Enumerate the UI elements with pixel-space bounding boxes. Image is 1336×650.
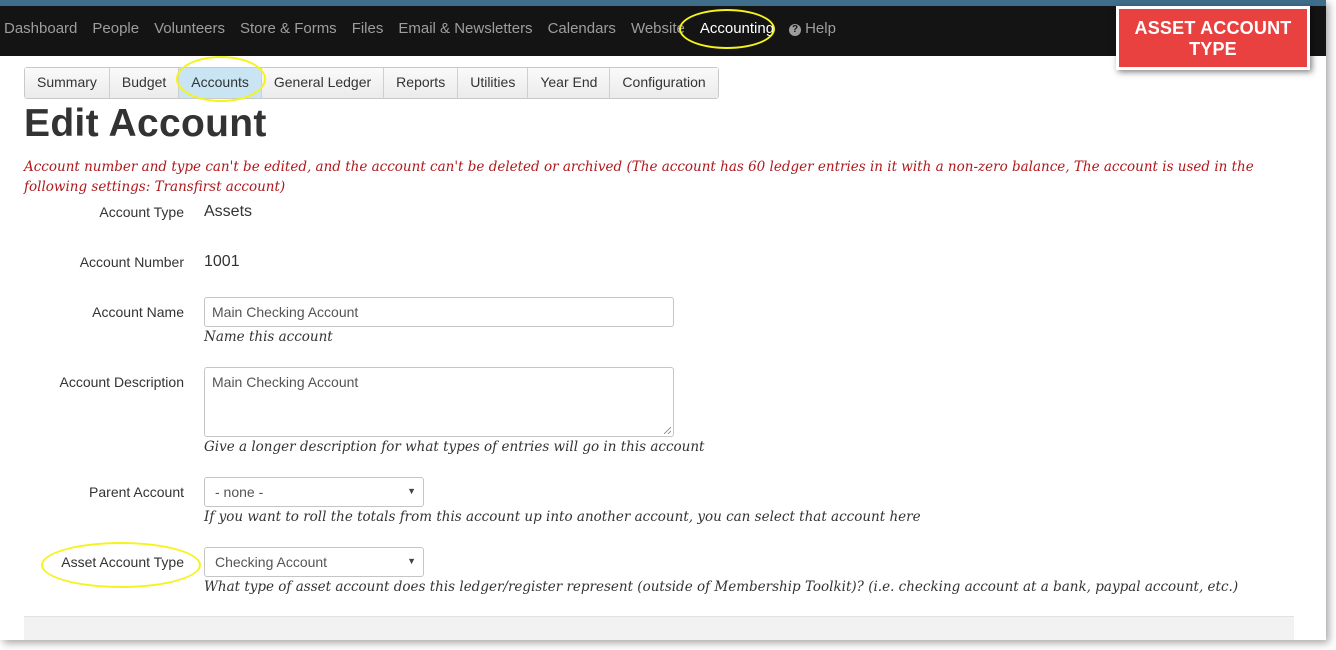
edit-restriction-warning: Account number and type can't be edited,…	[24, 159, 1254, 195]
nav-email-newsletters[interactable]: Email & Newsletters	[390, 19, 539, 39]
chevron-down-icon: ▼	[407, 556, 416, 566]
account-description-textarea[interactable]: Main Checking Account	[204, 367, 674, 437]
account-name-label: Account Name	[92, 304, 184, 320]
asset-account-type-label: Asset Account Type	[61, 554, 184, 570]
nav-files[interactable]: Files	[344, 19, 391, 39]
parent-account-select[interactable]: - none - ▼	[204, 477, 424, 507]
asset-account-type-help: What type of asset account does this led…	[204, 579, 1239, 595]
parent-account-help: If you want to roll the totals from this…	[204, 509, 921, 525]
account-description-label: Account Description	[59, 374, 184, 390]
account-number-value: 1001	[204, 253, 240, 270]
form-footer-strip	[24, 616, 1294, 640]
tab-year-end[interactable]: Year End	[527, 68, 610, 98]
app-window: Dashboard People Volunteers Store & Form…	[0, 0, 1326, 640]
account-description-value: Main Checking Account	[212, 374, 359, 390]
nav-help[interactable]: ? Help	[781, 19, 843, 39]
resize-handle-icon[interactable]	[664, 427, 671, 434]
page-title: Edit Account	[24, 102, 267, 145]
chevron-down-icon: ▼	[407, 486, 416, 496]
nav-dashboard[interactable]: Dashboard	[4, 19, 84, 39]
account-name-help: Name this account	[204, 329, 333, 345]
nav-store-forms[interactable]: Store & Forms	[232, 19, 344, 39]
account-number-label: Account Number	[79, 254, 184, 270]
tab-general-ledger[interactable]: General Ledger	[260, 68, 384, 98]
callout-line-2: TYPE	[1189, 39, 1237, 59]
tab-accounts[interactable]: Accounts	[178, 68, 261, 98]
tab-budget[interactable]: Budget	[108, 68, 179, 98]
nav-website[interactable]: Website	[623, 19, 692, 39]
question-circle-icon: ?	[789, 24, 802, 36]
nav-volunteers[interactable]: Volunteers	[146, 19, 232, 39]
tab-configuration[interactable]: Configuration	[609, 68, 718, 98]
callout-box: ASSET ACCOUNT TYPE	[1116, 6, 1310, 70]
account-description-help: Give a longer description for what types…	[204, 439, 705, 455]
nav-help-label: Help	[805, 20, 836, 37]
parent-account-label: Parent Account	[89, 484, 184, 500]
account-name-input[interactable]: Main Checking Account	[204, 297, 674, 327]
tab-reports[interactable]: Reports	[383, 68, 458, 98]
tab-utilities[interactable]: Utilities	[457, 68, 528, 98]
nav-calendars[interactable]: Calendars	[540, 19, 623, 39]
top-nav: Dashboard People Volunteers Store & Form…	[4, 19, 843, 39]
tab-summary[interactable]: Summary	[25, 68, 109, 98]
nav-accounting[interactable]: Accounting	[692, 19, 781, 39]
asset-account-type-selected: Checking Account	[215, 554, 328, 570]
accounting-subnav: Summary Budget Accounts General Ledger R…	[24, 67, 719, 99]
callout-line-1: ASSET ACCOUNT	[1134, 18, 1292, 38]
nav-people[interactable]: People	[84, 19, 146, 39]
account-type-value: Assets	[204, 203, 253, 220]
account-type-label: Account Type	[99, 204, 184, 220]
parent-account-selected: - none -	[215, 484, 264, 500]
asset-account-type-select[interactable]: Checking Account ▼	[204, 547, 424, 577]
